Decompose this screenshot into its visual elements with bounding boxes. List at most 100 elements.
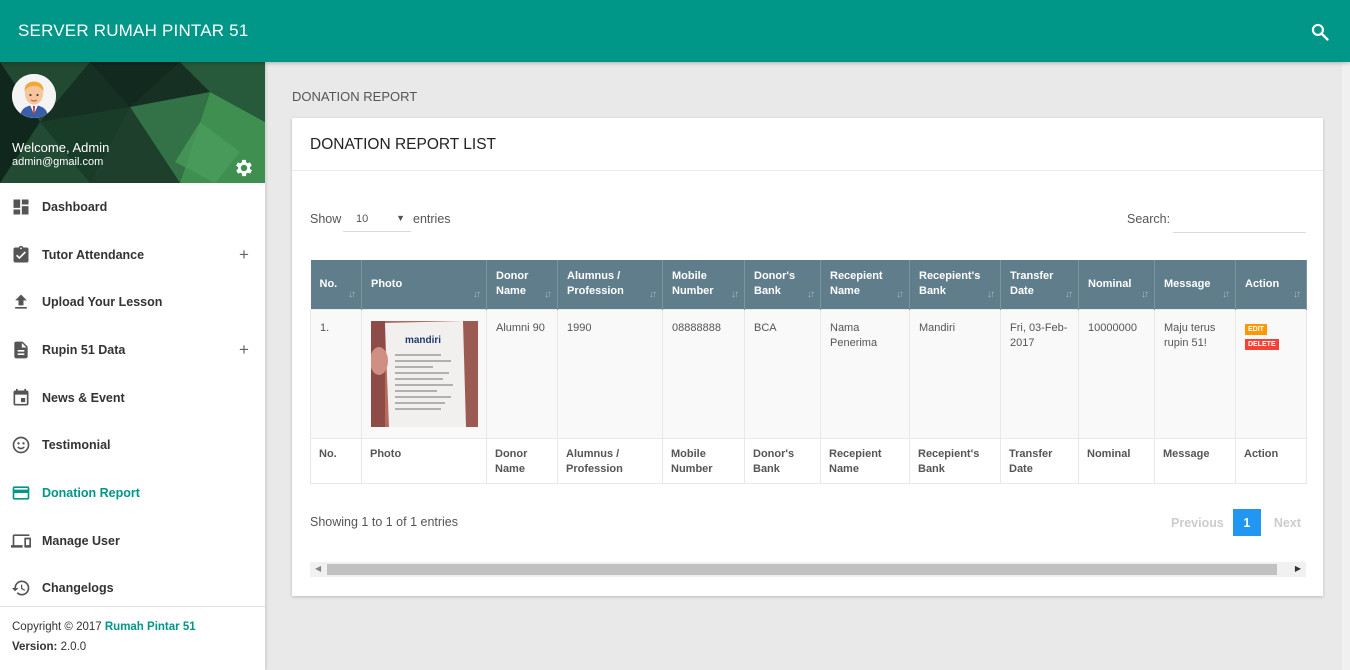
sidebar-item-label: Upload Your Lesson [42,295,163,310]
sidebar: Welcome, Admin admin@gmail.com Dashboard… [0,62,265,670]
column-header-nominal[interactable]: Nominal ↓↑ [1078,260,1155,309]
sidebar-item-testimonial[interactable]: Testimonial [0,421,265,469]
table-header-row: No. ↓↑ Photo ↓↑ Donor Name ↓↑ Alumnus / Pro… [310,260,1307,309]
horizontal-scrollbar[interactable]: ◀ ▶ [310,562,1306,577]
cell-photo: mandiri [361,308,487,439]
cell-transfer-date: Fri, 03-Feb-2017 [1000,308,1079,439]
search-label: Search: [1127,212,1171,226]
previous-button[interactable]: Previous [1171,516,1224,530]
column-header-label: Action [1245,277,1280,290]
column-header-label: Recepient Name [830,270,883,298]
receipt-logo-text: mandiri [405,335,441,346]
sidebar-item-label: Donation Report [42,485,140,500]
column-header-label: Alumnus / Profession [567,270,624,298]
sidebar-item-label: News & Event [42,390,125,405]
search-icon[interactable] [1310,22,1330,42]
delete-button[interactable]: DELETE [1245,338,1279,350]
receipt-photo[interactable]: mandiri [371,320,478,427]
cell-donor-name: Alumni 90 [486,308,558,439]
column-header-label: Message [1164,277,1211,290]
cell-recipient-bank: Mandiri [909,308,1001,439]
column-header-label: Donor's Bank [754,270,796,298]
edit-button[interactable]: EDIT [1245,323,1267,335]
welcome-text: Welcome, Admin [12,140,110,155]
sidebar-item-label: Manage User [42,533,120,548]
breadcrumb: DONATION REPORT [292,89,418,104]
footer-label-action: Action [1235,437,1307,484]
column-header-message[interactable]: Message ↓↑ [1154,260,1236,309]
next-button[interactable]: Next [1274,516,1301,530]
sort-icon: ↓↑ [987,288,995,300]
gear-icon[interactable] [233,157,255,179]
entries-length-select[interactable]: 10 ▼ [343,208,411,232]
cell-mobile: 08888888 [662,308,745,439]
sort-icon: ↓↑ [1141,288,1149,300]
sidebar-item-tutor-attendance[interactable]: Tutor Attendance + [0,231,265,279]
column-header-transfer-date[interactable]: Transfer Date ↓↑ [1000,260,1079,309]
column-header-label: Transfer Date [1010,270,1054,298]
column-header-recipient-bank[interactable]: Recepient's Bank ↓↑ [909,260,1001,309]
copyright-text: Copyright © 2017 [12,621,105,633]
upload-icon [15,294,27,309]
sort-icon: ↓↑ [1065,288,1073,300]
footer-label-recipient-bank: Recepient's Bank [909,437,1001,484]
entries-label: entries [413,212,451,226]
app-title[interactable]: SERVER RUMAH PINTAR 51 [18,21,249,41]
page-scrollbar[interactable] [1342,62,1350,670]
version-line: Version: 2.0.0 [12,641,265,653]
table-row: 1. mandiri Alumni 90 1990 08888888 BCA N… [310,308,1307,439]
sidebar-item-label: Dashboard [42,199,108,214]
sidebar-item-news-event[interactable]: News & Event [0,374,265,422]
page-button-1[interactable]: 1 [1232,509,1261,536]
column-header-mobile[interactable]: Mobile Number ↓↑ [662,260,745,309]
sidebar-item-manage-user[interactable]: Manage User [0,517,265,565]
column-header-label: Donor Name [496,270,529,298]
sidebar-item-dashboard[interactable]: Dashboard [0,183,265,231]
column-header-label: Nominal [1088,277,1132,290]
table-search-input[interactable] [1173,208,1306,233]
scroll-left-arrow-icon[interactable]: ◀ [315,564,321,573]
column-header-label: Recepient's Bank [919,270,981,298]
receipt-image: mandiri [371,320,478,427]
version-value: 2.0.0 [57,641,87,653]
column-header-donor-bank[interactable]: Donor's Bank ↓↑ [744,260,821,309]
sidebar-item-donation-report[interactable]: Donation Report [0,469,265,517]
user-info-panel: Welcome, Admin admin@gmail.com [0,62,265,183]
footer-label-recipient-name: Recepient Name [820,437,910,484]
pagination: Previous 1 Next [1171,509,1301,536]
column-header-label: No. [319,277,338,290]
brand-link[interactable]: Rumah Pintar 51 [105,621,196,633]
cell-recipient-name: Nama Penerima [820,308,910,439]
sidebar-footer: Copyright © 2017 Rumah Pintar 51 Version… [0,606,265,670]
expand-plus-icon[interactable]: + [239,340,249,360]
dashboard-icon [13,199,29,215]
column-header-recipient-name[interactable]: Recepient Name ↓↑ [820,260,910,309]
sidebar-item-rupin-data[interactable]: Rupin 51 Data + [0,326,265,374]
entries-length-value: 10 [356,213,369,225]
history-icon [11,580,30,596]
donation-table: No. ↓↑ Photo ↓↑ Donor Name ↓↑ Alumnus / Pro… [310,260,1307,484]
avatar[interactable] [12,74,56,118]
scrollbar-thumb[interactable] [327,564,1277,575]
calendar-icon [13,388,29,406]
column-header-label: Mobile Number [672,270,714,298]
footer-label-nominal: Nominal [1078,437,1155,484]
footer-label-photo: Photo [361,437,487,484]
column-header-photo[interactable]: Photo ↓↑ [361,260,487,309]
document-icon [14,341,28,359]
copyright-line: Copyright © 2017 Rumah Pintar 51 [12,621,265,633]
column-header-donor-name[interactable]: Donor Name ↓↑ [486,260,558,309]
sidebar-item-label: Changelogs [42,581,114,596]
cell-message: Maju terus rupin 51! [1154,308,1236,439]
column-header-alumnus[interactable]: Alumnus / Profession ↓↑ [557,260,663,309]
expand-plus-icon[interactable]: + [239,245,249,265]
footer-label-message: Message [1154,437,1236,484]
sidebar-item-label: Testimonial [42,438,111,453]
column-header-action[interactable]: Action ↓↑ [1235,260,1307,309]
sidebar-item-label: Rupin 51 Data [42,342,126,357]
column-header-no[interactable]: No. ↓↑ [310,260,362,309]
footer-label-mobile: Mobile Number [662,437,745,484]
sidebar-item-upload-lesson[interactable]: Upload Your Lesson [0,278,265,326]
cell-nominal: 10000000 [1078,308,1155,439]
scroll-right-arrow-icon[interactable]: ▶ [1295,564,1301,573]
